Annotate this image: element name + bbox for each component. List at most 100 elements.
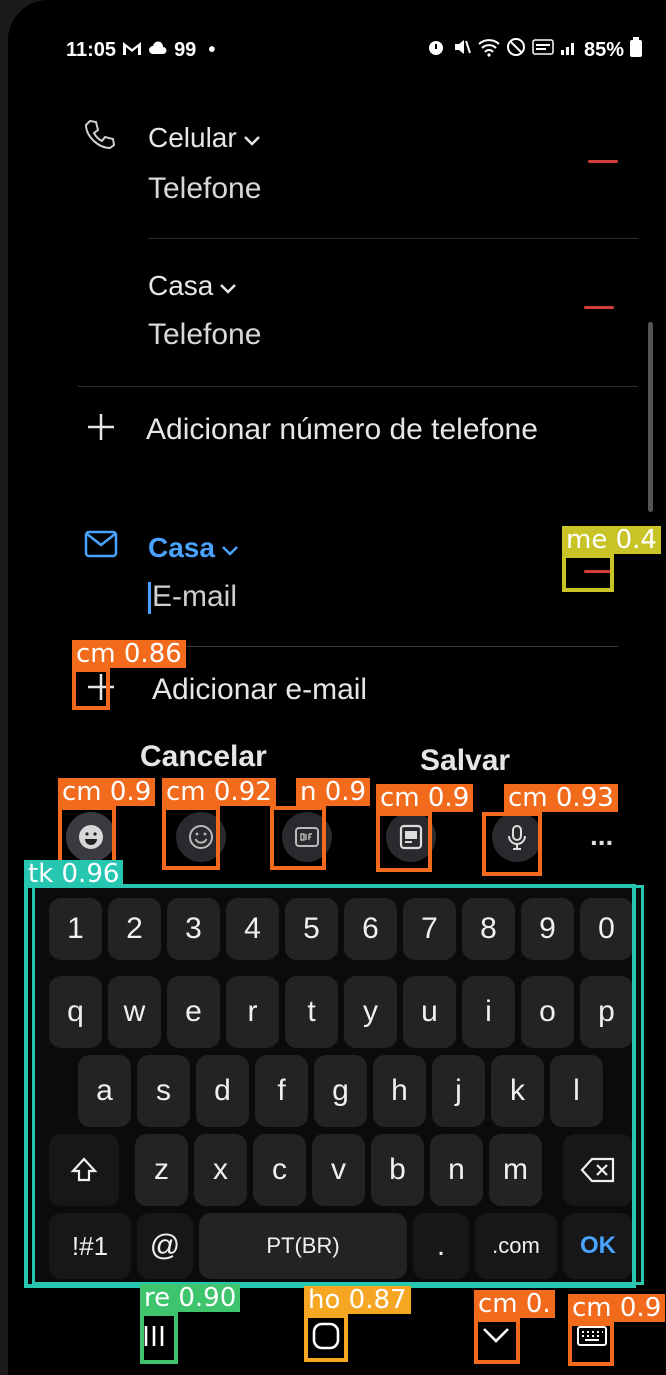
- plus-icon: [86, 672, 116, 707]
- symbols-key[interactable]: !#1: [49, 1213, 131, 1279]
- number-key[interactable]: 5: [285, 898, 338, 960]
- backspace-icon: [580, 1157, 615, 1183]
- detection-label: cm 0.: [474, 1290, 555, 1318]
- scrollbar[interactable]: [648, 322, 653, 512]
- number-key[interactable]: 0: [580, 898, 633, 960]
- number-key[interactable]: 7: [403, 898, 456, 960]
- detection-label: cm 0.86: [72, 640, 186, 668]
- phone-type-label: Celular: [148, 122, 237, 153]
- letter-key[interactable]: j: [432, 1055, 485, 1127]
- keyboard: 1234567890 qwertyuiop asdfghjkl zxcvbnm …: [32, 885, 644, 1285]
- letter-key[interactable]: b: [371, 1134, 424, 1206]
- smiley-filled-icon: [79, 825, 103, 849]
- number-key[interactable]: 3: [167, 898, 220, 960]
- number-key[interactable]: 6: [344, 898, 397, 960]
- letter-key[interactable]: i: [462, 976, 515, 1048]
- clipboard-icon: [399, 824, 423, 850]
- letter-key[interactable]: k: [491, 1055, 544, 1127]
- space-key[interactable]: PT(BR): [199, 1213, 407, 1279]
- emoji-button[interactable]: [176, 812, 226, 862]
- letter-key[interactable]: a: [78, 1055, 131, 1127]
- letter-key[interactable]: p: [580, 976, 633, 1048]
- phone-type-label: Casa: [148, 270, 214, 301]
- letter-key[interactable]: u: [403, 976, 456, 1048]
- phone-type-casa[interactable]: Casa: [148, 270, 237, 302]
- add-phone-button[interactable]: Adicionar número de telefone: [86, 412, 538, 447]
- number-key[interactable]: 9: [521, 898, 574, 960]
- letter-key[interactable]: g: [314, 1055, 367, 1127]
- gif-icon: [295, 827, 319, 847]
- number-key[interactable]: 4: [226, 898, 279, 960]
- remove-email-button[interactable]: [584, 570, 614, 573]
- home-icon: [312, 1322, 340, 1350]
- email-type-casa[interactable]: Casa: [148, 532, 239, 564]
- detection-label: cm 0.92: [162, 778, 276, 806]
- emoji-sticker-button[interactable]: [66, 812, 116, 862]
- detection-label: ho 0.87: [304, 1286, 411, 1314]
- microphone-icon: [508, 825, 526, 850]
- text-cursor: [148, 582, 151, 615]
- keyboard-icon: [577, 1326, 607, 1346]
- shift-icon: [70, 1157, 98, 1182]
- phone-icon: [82, 118, 116, 157]
- detection-label: cm 0.9: [568, 1294, 666, 1322]
- save-button[interactable]: Salvar: [420, 744, 510, 778]
- contact-form: Celular Telefone Casa Telefone Adicionar…: [8, 0, 666, 790]
- detection-label: cm 0.93: [504, 784, 618, 812]
- at-key[interactable]: @: [137, 1213, 193, 1279]
- letter-key[interactable]: y: [344, 976, 397, 1048]
- letter-key[interactable]: x: [194, 1134, 247, 1206]
- period-key[interactable]: .: [413, 1213, 469, 1279]
- detection-label: me 0.4: [562, 526, 661, 554]
- email-placeholder: E-mail: [152, 580, 238, 613]
- letter-key[interactable]: v: [312, 1134, 365, 1206]
- plus-icon: [86, 412, 116, 447]
- divider: [148, 646, 618, 647]
- chevron-down-icon: [243, 122, 261, 154]
- email-field[interactable]: E-mail: [148, 580, 238, 615]
- phone-screen: 11:05 99 • 85% Celular Telefone Casa Tel…: [8, 0, 666, 1375]
- letter-key[interactable]: e: [167, 976, 220, 1048]
- gif-button[interactable]: [282, 812, 332, 862]
- mail-icon: [84, 530, 118, 563]
- number-key[interactable]: 8: [462, 898, 515, 960]
- cancel-button[interactable]: Cancelar: [140, 740, 267, 774]
- recent-apps-button[interactable]: [132, 1314, 176, 1358]
- letter-key[interactable]: q: [49, 976, 102, 1048]
- hide-keyboard-button[interactable]: [474, 1314, 518, 1358]
- letter-key[interactable]: z: [135, 1134, 188, 1206]
- clipboard-button[interactable]: [386, 812, 436, 862]
- number-key[interactable]: 2: [108, 898, 161, 960]
- phone-field-2[interactable]: Telefone: [148, 318, 261, 352]
- letter-key[interactable]: h: [373, 1055, 426, 1127]
- letter-key[interactable]: l: [550, 1055, 603, 1127]
- chevron-down-icon: [219, 270, 237, 302]
- detection-label: cm 0.9: [58, 778, 156, 806]
- email-type-label: Casa: [148, 532, 215, 563]
- number-key[interactable]: 1: [49, 898, 102, 960]
- letter-key[interactable]: n: [430, 1134, 483, 1206]
- home-button[interactable]: [304, 1314, 348, 1358]
- letter-key[interactable]: r: [226, 976, 279, 1048]
- more-options-button[interactable]: ...: [590, 820, 613, 852]
- ok-key[interactable]: OK: [563, 1213, 633, 1279]
- letter-key[interactable]: d: [196, 1055, 249, 1127]
- detection-label: tk 0.96: [24, 860, 124, 888]
- letter-key[interactable]: s: [137, 1055, 190, 1127]
- letter-key[interactable]: t: [285, 976, 338, 1048]
- add-email-button[interactable]: Adicionar e-mail: [86, 672, 367, 707]
- dotcom-key[interactable]: .com: [475, 1213, 557, 1279]
- letter-key[interactable]: m: [489, 1134, 542, 1206]
- divider: [78, 386, 638, 387]
- letter-key[interactable]: c: [253, 1134, 306, 1206]
- shift-key[interactable]: [49, 1134, 119, 1206]
- remove-phone-1-button[interactable]: [588, 160, 618, 163]
- letter-key[interactable]: f: [255, 1055, 308, 1127]
- remove-phone-2-button[interactable]: [584, 306, 614, 309]
- letter-key[interactable]: o: [521, 976, 574, 1048]
- letter-key[interactable]: w: [108, 976, 161, 1048]
- phone-field-1[interactable]: Telefone: [148, 172, 261, 206]
- phone-type-celular[interactable]: Celular: [148, 122, 261, 154]
- voice-input-button[interactable]: [492, 812, 542, 862]
- backspace-key[interactable]: [563, 1134, 633, 1206]
